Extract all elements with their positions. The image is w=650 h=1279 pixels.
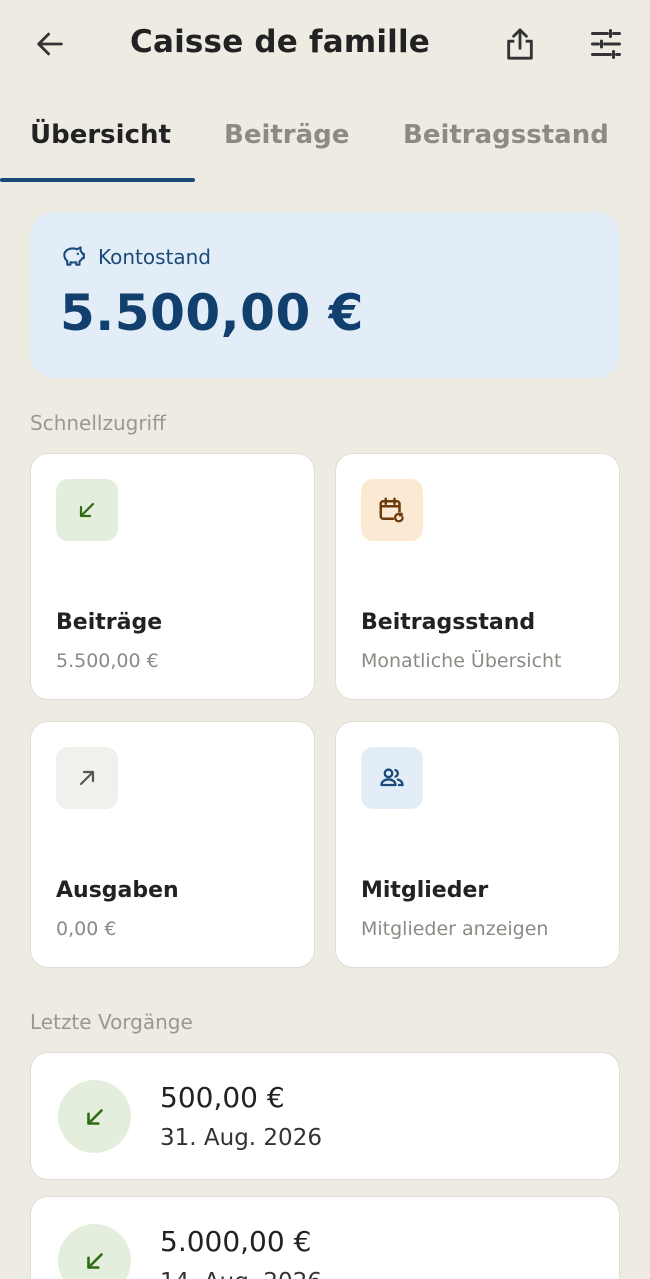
transaction-item[interactable]: 5.000,00 € 14. Aug. 2026 — [30, 1196, 620, 1279]
transaction-item[interactable]: 500,00 € 31. Aug. 2026 — [30, 1052, 620, 1180]
share-button[interactable] — [496, 20, 544, 68]
transaction-date: 14. Aug. 2026 — [160, 1269, 322, 1279]
transaction-icon-circle — [58, 1080, 131, 1153]
tile-title: Beitragsstand — [361, 610, 536, 635]
tile-title: Beiträge — [56, 610, 163, 635]
share-icon — [507, 28, 533, 60]
active-tab-indicator — [0, 178, 195, 182]
tab-beitragsstand[interactable]: Beitragsstand — [403, 120, 609, 150]
arrow-up-right-icon — [79, 770, 95, 786]
back-button[interactable] — [26, 20, 74, 68]
tile-beitraege[interactable]: Beiträge 5.500,00 € — [30, 453, 315, 700]
calendar-refresh-icon — [379, 497, 405, 523]
transaction-amount: 5.000,00 € — [160, 1225, 312, 1258]
quick-access-heading: Schnellzugriff — [30, 411, 166, 435]
tab-bar: Übersicht Beiträge Beitragsstand — [0, 100, 650, 182]
tile-subtitle: 5.500,00 € — [56, 650, 159, 672]
transaction-amount: 500,00 € — [160, 1081, 285, 1114]
arrow-left-icon — [37, 32, 63, 56]
tile-title: Ausgaben — [56, 878, 179, 903]
tile-ausgaben[interactable]: Ausgaben 0,00 € — [30, 721, 315, 968]
tile-subtitle: 0,00 € — [56, 918, 117, 940]
tile-icon-box — [361, 479, 423, 541]
tab-beitraege[interactable]: Beiträge — [224, 120, 349, 150]
tile-subtitle: Monatliche Übersicht — [361, 650, 562, 672]
tile-beitragsstand[interactable]: Beitragsstand Monatliche Übersicht — [335, 453, 620, 700]
people-icon — [380, 768, 404, 787]
page-title: Caisse de famille — [130, 24, 431, 60]
tile-icon-box — [56, 747, 118, 809]
tile-mitglieder[interactable]: Mitglieder Mitglieder anzeigen — [335, 721, 620, 968]
arrow-down-left-icon — [86, 1252, 103, 1269]
balance-card: Kontostand 5.500,00 € — [30, 212, 620, 378]
tile-icon-box — [56, 479, 118, 541]
transaction-date: 31. Aug. 2026 — [160, 1125, 322, 1151]
tile-subtitle: Mitglieder anzeigen — [361, 918, 549, 940]
arrow-down-left-icon — [79, 502, 95, 518]
filter-settings-button[interactable] — [582, 20, 630, 68]
balance-value: 5.500,00 € — [60, 284, 364, 342]
app-bar: Caisse de famille — [0, 0, 650, 90]
transaction-icon-circle — [58, 1224, 131, 1279]
sliders-icon — [591, 29, 621, 59]
tab-uebersicht[interactable]: Übersicht — [30, 120, 171, 150]
balance-label: Kontostand — [98, 245, 211, 269]
arrow-down-left-icon — [86, 1108, 103, 1125]
tile-icon-box — [361, 747, 423, 809]
tile-title: Mitglieder — [361, 878, 489, 903]
piggy-bank-icon — [63, 246, 85, 266]
recent-heading: Letzte Vorgänge — [30, 1010, 193, 1034]
